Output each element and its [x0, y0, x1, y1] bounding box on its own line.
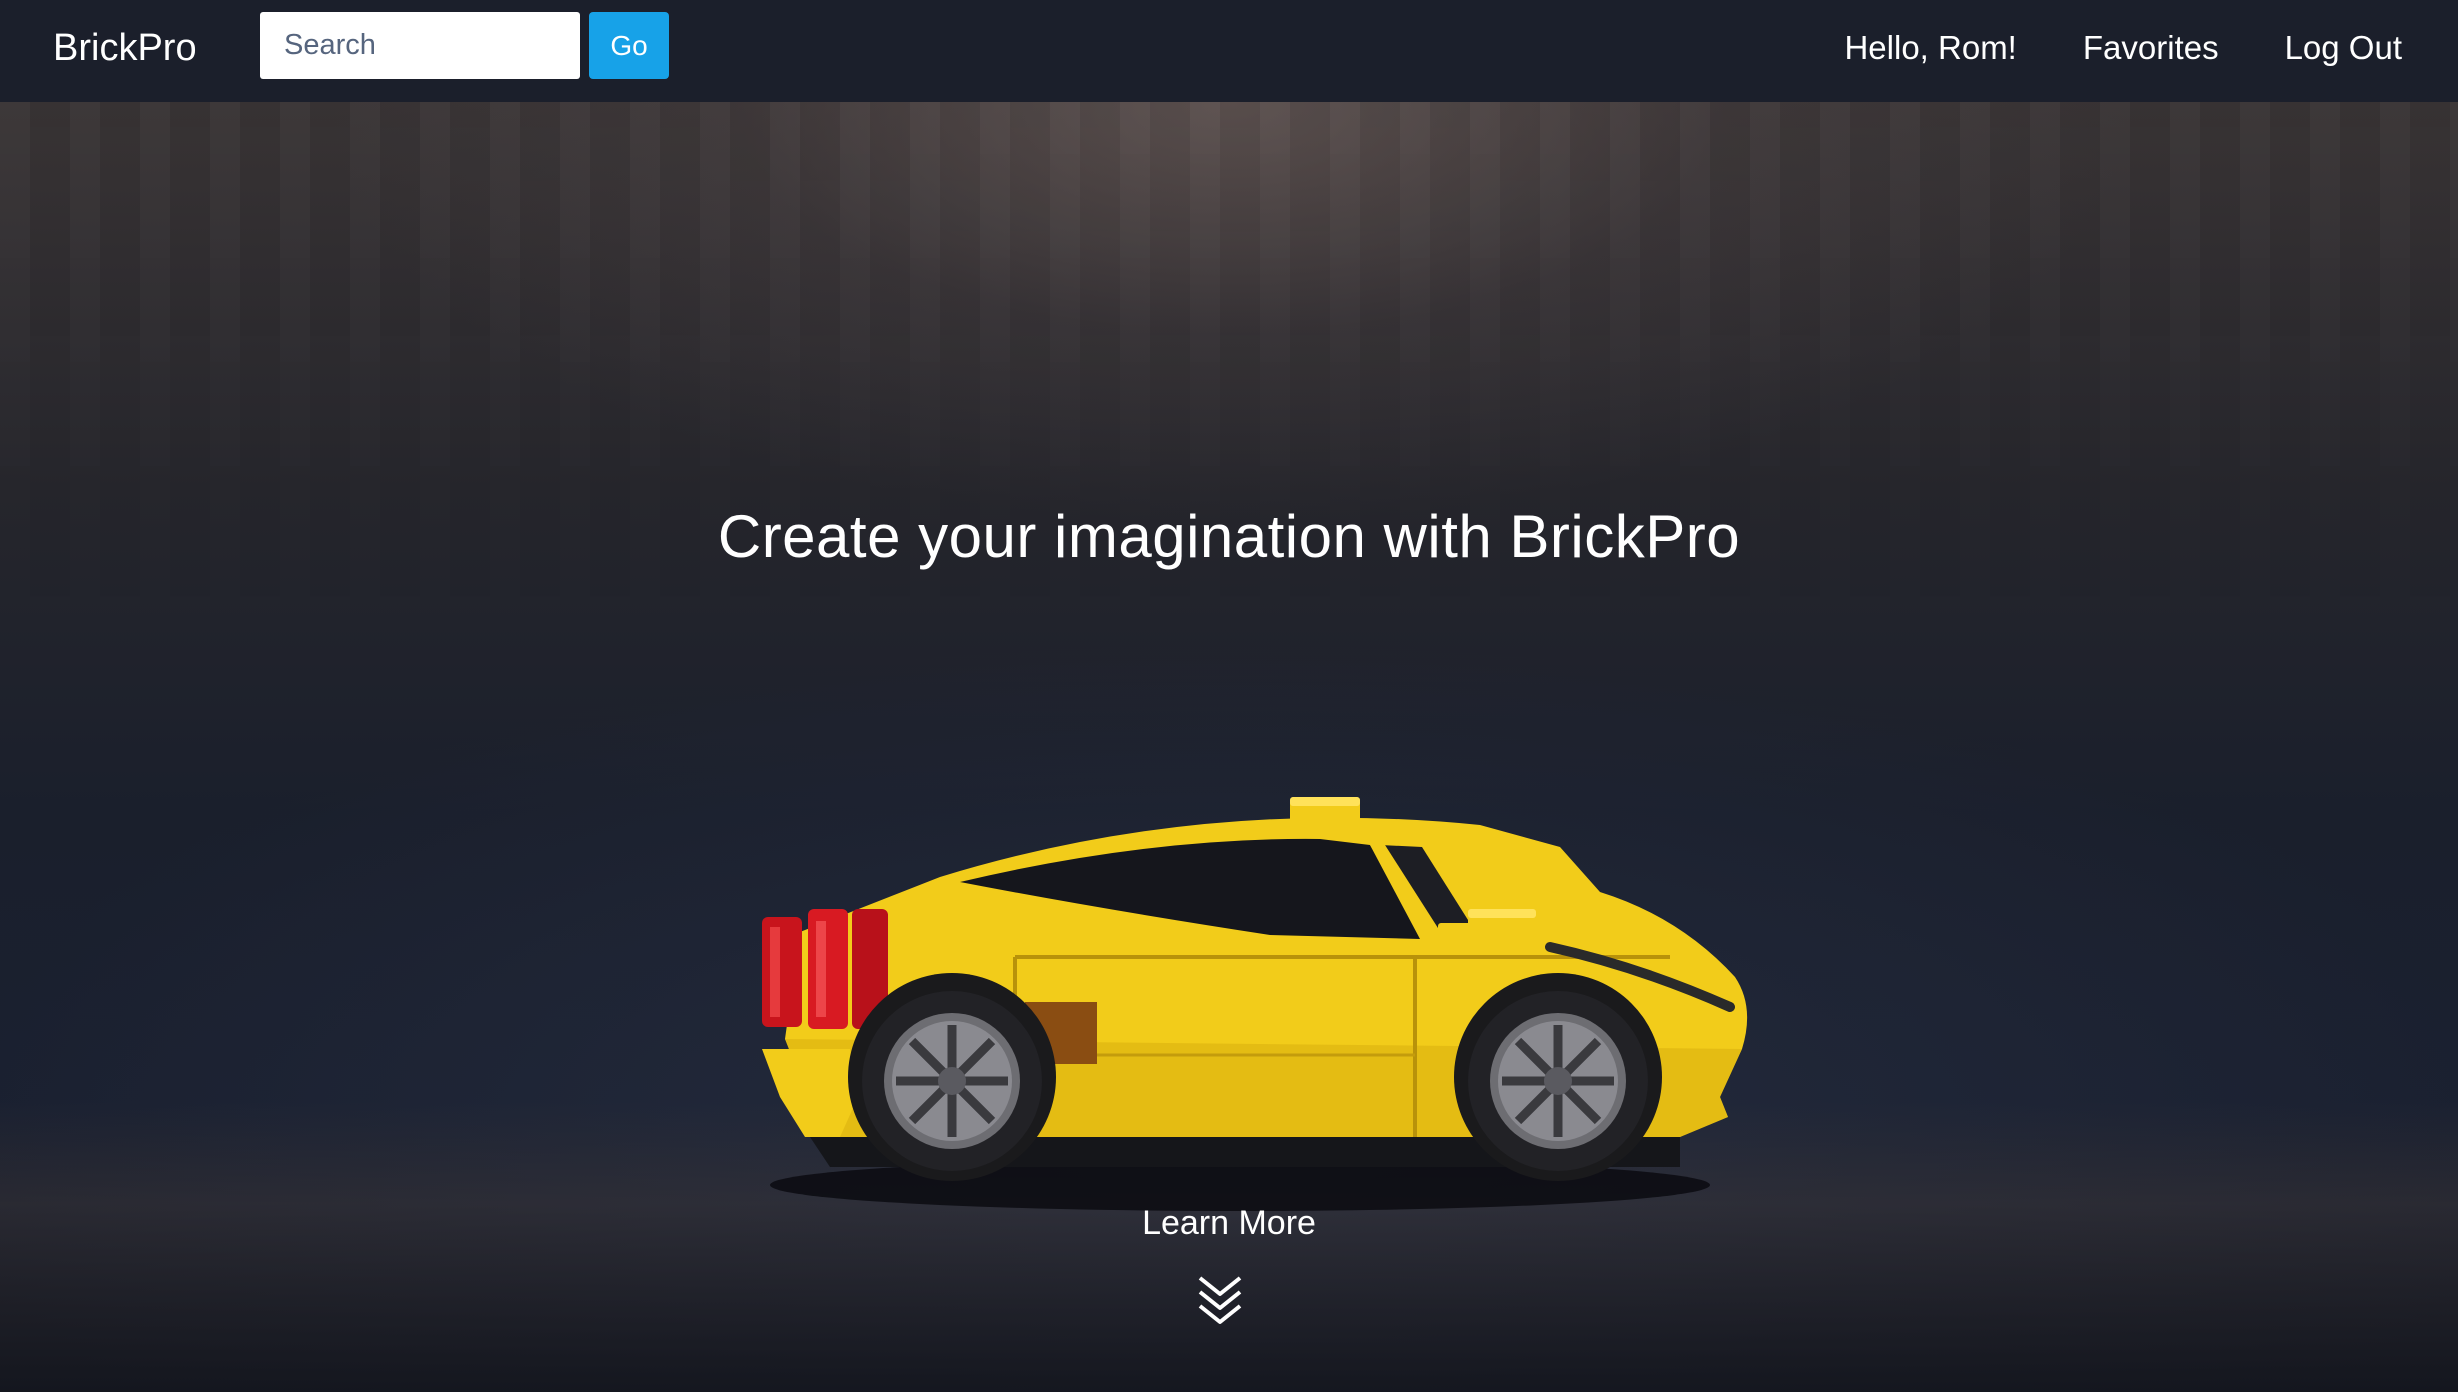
car-front-wheel: [1454, 973, 1662, 1181]
learn-more-link[interactable]: Learn More: [0, 1204, 2458, 1243]
navbar: BrickPro Go Hello, Rom! Favorites Log Ou…: [0, 0, 2458, 102]
logout-link[interactable]: Log Out: [2285, 29, 2402, 67]
brand-logo-link[interactable]: BrickPro: [53, 18, 197, 78]
car-taillights: [762, 909, 888, 1029]
car-image: [762, 797, 1748, 1211]
car-rear-wheel: [848, 973, 1056, 1181]
hero-section: Create your imagination with BrickPro Le…: [0, 102, 2458, 1392]
nav-links: Hello, Rom! Favorites Log Out: [1844, 18, 2402, 78]
greeting-link[interactable]: Hello, Rom!: [1844, 29, 2016, 67]
go-button[interactable]: Go: [589, 12, 669, 79]
hero-title: Create your imagination with BrickPro: [717, 503, 1741, 570]
search-input[interactable]: [260, 12, 580, 79]
favorites-link[interactable]: Favorites: [2083, 29, 2219, 67]
double-chevron-down-icon[interactable]: [1194, 1272, 1246, 1328]
